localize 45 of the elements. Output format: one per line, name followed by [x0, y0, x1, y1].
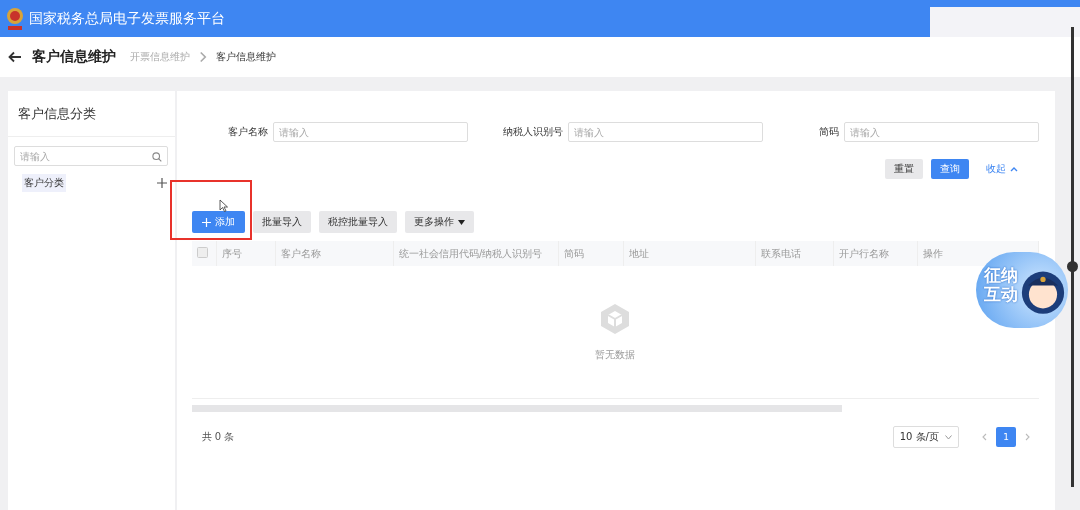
input-field[interactable]: 请输入 [272, 122, 468, 142]
select-all-checkbox[interactable] [196, 247, 208, 258]
column-header: 开户行名称 [833, 241, 918, 266]
column-header: 联系电话 [755, 241, 834, 266]
emblem-icon [5, 5, 25, 32]
total-count: 共 0 条 [200, 430, 236, 444]
page-number[interactable]: 1 [996, 427, 1016, 447]
import-button[interactable]: 税控批量导入 [318, 211, 397, 233]
column-header: 简码 [558, 241, 624, 266]
chevron-up-icon [1010, 166, 1018, 172]
category-item[interactable]: 客户分类 [22, 174, 66, 192]
cursor-icon [219, 199, 229, 212]
field-label: 纳税人识别号 [503, 125, 564, 139]
empty-text: 暂无数据 [595, 348, 636, 362]
plus-icon[interactable] [156, 178, 167, 188]
field-label: 简码 [819, 125, 839, 139]
add-button[interactable]: 添加 [191, 211, 245, 233]
plus-icon [201, 217, 211, 227]
column-header: 地址 [623, 241, 756, 266]
horizontal-scrollbar[interactable] [191, 405, 842, 412]
previous-page-icon[interactable] [982, 433, 987, 441]
collapse-link[interactable]: 收起 [977, 159, 1027, 179]
back-arrow-icon[interactable] [8, 51, 22, 63]
platform-title: 国家税务总局电子发票服务平台 [29, 9, 226, 28]
input-field[interactable]: 请输入 [568, 122, 764, 142]
column-header: 序号 [216, 241, 276, 266]
search-button[interactable]: 查询 [931, 159, 969, 179]
vertical-scrollbar[interactable] [1071, 27, 1074, 487]
search-icon[interactable] [151, 152, 162, 162]
scroll-knob[interactable] [1067, 261, 1078, 272]
search-field[interactable]: 请输入 [14, 146, 168, 166]
breadcrumb-item: 客户信息维护 [216, 50, 276, 64]
reset-button[interactable]: 重置 [885, 159, 923, 179]
more-actions-button[interactable]: 更多操作 [404, 211, 474, 233]
page-size-select[interactable]: 10 条/页 [892, 426, 959, 448]
chevron-down-icon [945, 434, 952, 440]
import-button[interactable]: 批量导入 [252, 211, 311, 233]
sidebar-title: 客户信息分类 [8, 91, 175, 137]
next-page-icon[interactable] [1025, 433, 1030, 441]
field-label: 客户名称 [227, 125, 268, 139]
input-field[interactable]: 请输入 [844, 122, 1039, 142]
column-header: 客户名称 [275, 241, 394, 266]
assistant-label: 征纳互动 [984, 266, 1019, 304]
page-title: 客户信息维护 [32, 48, 116, 66]
caret-down-icon [457, 219, 465, 225]
